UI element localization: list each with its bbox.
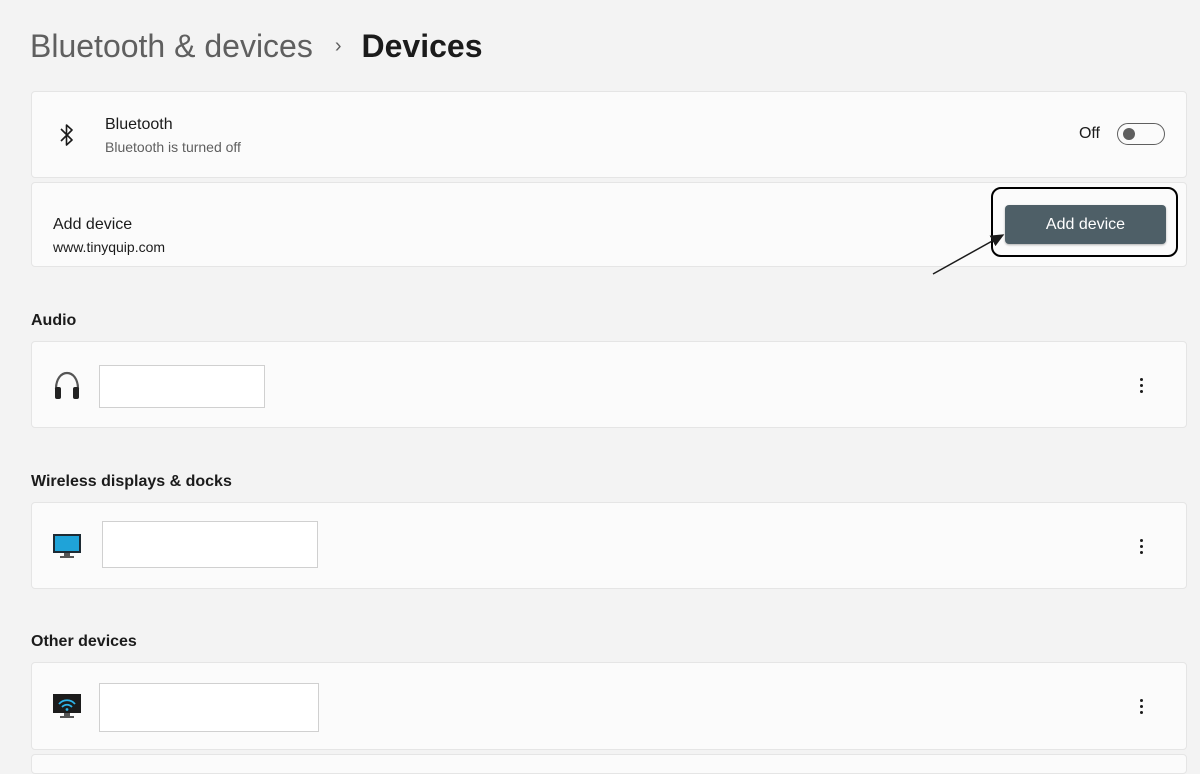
page-title: Devices (361, 28, 483, 64)
more-icon-dot (1139, 377, 1143, 381)
audio-device-card[interactable] (31, 341, 1187, 428)
section-title-wireless: Wireless displays & docks (31, 473, 232, 490)
add-device-title: Add device (53, 216, 133, 233)
more-icon-dot (1139, 550, 1143, 554)
wireless-device-card[interactable] (31, 502, 1187, 589)
more-options-button[interactable] (1134, 372, 1148, 398)
other-device-card[interactable] (31, 662, 1187, 750)
monitor-icon (53, 534, 81, 558)
more-icon-dot (1139, 698, 1143, 702)
device-name-field (99, 365, 265, 408)
bluetooth-toggle-label: Off (1078, 125, 1100, 142)
more-options-button[interactable] (1134, 533, 1148, 559)
more-icon-dot (1139, 710, 1143, 714)
add-device-button[interactable]: Add device (1005, 205, 1166, 244)
more-icon-dot (1139, 704, 1143, 708)
device-name-field (99, 683, 319, 732)
breadcrumb-parent[interactable]: Bluetooth & devices (30, 24, 313, 68)
bluetooth-card: Bluetooth Bluetooth is turned off Off (31, 91, 1187, 178)
breadcrumb: Bluetooth & devices › Devices (30, 24, 483, 68)
add-device-subtitle: www.tinyquip.com (53, 239, 166, 255)
more-icon-dot (1139, 538, 1143, 542)
section-title-other: Other devices (31, 633, 137, 650)
more-icon-dot (1139, 383, 1143, 387)
bluetooth-status: Bluetooth is turned off (105, 139, 241, 155)
bluetooth-title: Bluetooth (105, 116, 173, 133)
wireless-display-icon (53, 694, 81, 718)
more-icon-dot (1139, 544, 1143, 548)
more-icon-dot (1139, 389, 1143, 393)
partial-device-card (31, 754, 1187, 774)
breadcrumb-separator: › (334, 35, 342, 57)
bluetooth-toggle[interactable] (1117, 123, 1165, 145)
device-name-field (102, 521, 318, 568)
section-title-audio: Audio (31, 312, 77, 329)
bluetooth-icon (60, 124, 73, 146)
more-options-button[interactable] (1134, 693, 1148, 719)
headphones-icon (54, 371, 80, 399)
toggle-knob (1123, 128, 1135, 140)
